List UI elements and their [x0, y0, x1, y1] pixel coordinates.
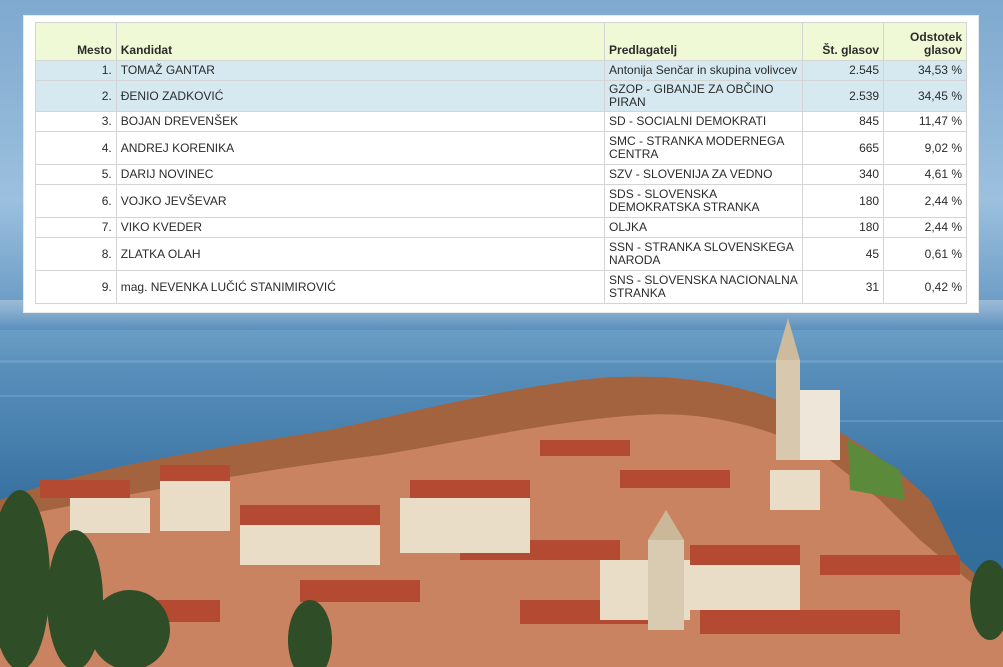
- row-proposer: SD - SOCIALNI DEMOKRATI: [604, 111, 804, 132]
- row-votes: 845: [802, 111, 885, 132]
- election-results-card: Mesto Kandidat Predlagatelj Št. glasov O…: [24, 16, 978, 312]
- row-votes: 2.545: [802, 60, 885, 81]
- header-proposer: Predlagatelj: [604, 22, 804, 61]
- row-proposer: SSN - STRANKA SLOVENSKEGA NARODA: [604, 237, 804, 271]
- header-votes: Št. glasov: [802, 22, 885, 61]
- row-votes: 665: [802, 131, 885, 165]
- green-area: [848, 440, 905, 500]
- row-rank: 2.: [35, 80, 117, 112]
- row-candidate: VIKO KVEDER: [115, 217, 606, 238]
- row-proposer: OLJKA: [604, 217, 804, 238]
- row-percent: 11,47 %: [883, 111, 967, 132]
- row-proposer: SMC - STRANKA MODERNEGA CENTRA: [604, 131, 804, 165]
- election-results-table: Mesto Kandidat Predlagatelj Št. glasov O…: [35, 22, 967, 304]
- table-row: 8. ZLATKA OLAH SSN - STRANKA SLOVENSKEGA…: [35, 237, 967, 271]
- table-row: 3. BOJAN DREVENŠEK SD - SOCIALNI DEMOKRA…: [35, 111, 967, 132]
- row-proposer: GZOP - GIBANJE ZA OBČINO PIRAN: [604, 80, 804, 112]
- row-candidate: VOJKO JEVŠEVAR: [115, 184, 606, 218]
- row-rank: 6.: [35, 184, 117, 218]
- table-row: 2. ĐENIO ZADKOVIĆ GZOP - GIBANJE ZA OBČI…: [35, 80, 967, 112]
- row-proposer: Antonija Senčar in skupina volivcev: [604, 60, 804, 81]
- row-candidate: TOMAŽ GANTAR: [115, 60, 606, 81]
- bell-tower: [776, 318, 840, 460]
- header-percent: Odstotek glasov: [883, 22, 967, 61]
- row-rank: 7.: [35, 217, 117, 238]
- table-row: 7. VIKO KVEDER OLJKA 180 2,44 %: [35, 217, 967, 238]
- header-percent-line1: Odstotek: [909, 30, 962, 44]
- row-percent: 2,44 %: [883, 217, 967, 238]
- row-votes: 45: [802, 237, 885, 271]
- header-candidate: Kandidat: [115, 22, 606, 61]
- row-rank: 5.: [35, 164, 117, 185]
- row-votes: 31: [802, 270, 885, 304]
- table-row: 9. mag. NEVENKA LUČIĆ STANIMIROVIĆ SNS -…: [35, 270, 967, 304]
- table-header-row: Mesto Kandidat Predlagatelj Št. glasov O…: [35, 22, 967, 61]
- header-rank: Mesto: [35, 22, 117, 61]
- row-rank: 4.: [35, 131, 117, 165]
- row-candidate: ĐENIO ZADKOVIĆ: [115, 80, 606, 112]
- table-row: 1. TOMAŽ GANTAR Antonija Senčar in skupi…: [35, 60, 967, 81]
- row-percent: 34,45 %: [883, 80, 967, 112]
- row-percent: 4,61 %: [883, 164, 967, 185]
- table-row: 6. VOJKO JEVŠEVAR SDS - SLOVENSKA DEMOKR…: [35, 184, 967, 218]
- row-percent: 0,42 %: [883, 270, 967, 304]
- row-rank: 1.: [35, 60, 117, 81]
- header-percent-line2: glasov: [923, 43, 962, 57]
- row-rank: 8.: [35, 237, 117, 271]
- row-proposer: SDS - SLOVENSKA DEMOKRATSKA STRANKA: [604, 184, 804, 218]
- row-proposer: SNS - SLOVENSKA NACIONALNA STRANKA: [604, 270, 804, 304]
- row-votes: 2.539: [802, 80, 885, 112]
- row-votes: 180: [802, 217, 885, 238]
- row-proposer: SZV - SLOVENIJA ZA VEDNO: [604, 164, 804, 185]
- row-candidate: ZLATKA OLAH: [115, 237, 606, 271]
- row-percent: 0,61 %: [883, 237, 967, 271]
- row-percent: 9,02 %: [883, 131, 967, 165]
- row-percent: 2,44 %: [883, 184, 967, 218]
- row-candidate: BOJAN DREVENŠEK: [115, 111, 606, 132]
- row-candidate: DARIJ NOVINEC: [115, 164, 606, 185]
- table-row: 5. DARIJ NOVINEC SZV - SLOVENIJA ZA VEDN…: [35, 164, 967, 185]
- row-candidate: mag. NEVENKA LUČIĆ STANIMIROVIĆ: [115, 270, 606, 304]
- table-row: 4. ANDREJ KORENIKA SMC - STRANKA MODERNE…: [35, 131, 967, 165]
- row-percent: 34,53 %: [883, 60, 967, 81]
- row-votes: 340: [802, 164, 885, 185]
- row-rank: 9.: [35, 270, 117, 304]
- row-votes: 180: [802, 184, 885, 218]
- row-candidate: ANDREJ KORENIKA: [115, 131, 606, 165]
- row-rank: 3.: [35, 111, 117, 132]
